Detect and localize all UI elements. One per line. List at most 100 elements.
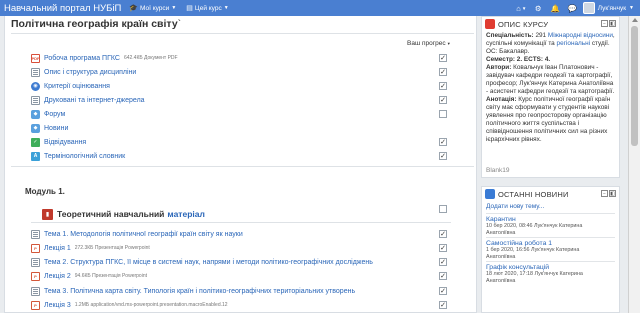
scroll-up-icon[interactable] xyxy=(632,18,638,22)
page-title-mark: ` xyxy=(177,18,182,30)
activity-topic-1[interactable]: Тема 1. Методологія політичної географії… xyxy=(31,229,243,239)
activity-meta: 272.3КБ Презентація Powerpoint xyxy=(74,245,150,251)
activity-sources[interactable]: Друковані та інтернет-джерела xyxy=(31,95,145,105)
site-brand[interactable]: Навчальний портал НУБіП xyxy=(4,3,121,14)
attendance-icon: ✓ xyxy=(31,137,40,147)
top-navbar: Навчальний портал НУБіП 🎓 Мої курси ▼ ▤ … xyxy=(0,0,640,16)
activity-link[interactable]: Друковані та інтернет-джерела xyxy=(44,97,145,104)
news-meta: Анатоліївна xyxy=(486,229,516,236)
book-icon: ▮ xyxy=(42,208,53,220)
completion-checkbox[interactable]: ✓ xyxy=(439,152,447,160)
block-controls: − ◧ xyxy=(600,190,616,197)
block-controls: − ◧ xyxy=(600,20,616,27)
block-header: ОПИС КУРСУ − ◧ xyxy=(482,17,619,31)
news-title[interactable]: Самостійна робота 1 xyxy=(486,240,615,247)
book-icon: ▤ xyxy=(186,5,193,12)
specialty-link-2[interactable]: регіональні xyxy=(557,40,591,47)
this-course-menu[interactable]: ▤ Цей курс ▼ xyxy=(186,4,228,13)
activity-topic-3[interactable]: Тема 3. Політична карта світу. Типологія… xyxy=(31,286,355,296)
activity-criteria[interactable]: ◉ Критерії оцінювання xyxy=(31,81,110,91)
activity-lecture-1[interactable]: P Лекція 1 272.3КБ Презентація Powerpoin… xyxy=(31,243,150,253)
dock-icon[interactable]: ◧ xyxy=(609,20,616,27)
activity-link[interactable]: Тема 3. Політична карта світу. Типологія… xyxy=(44,288,355,295)
dock-icon[interactable]: ◧ xyxy=(609,190,616,197)
specialty-link-1[interactable]: Міжнародні відносини xyxy=(548,32,613,39)
activity-link[interactable]: Новини xyxy=(44,125,68,132)
pdf-icon: PDF xyxy=(31,53,40,63)
activity-lecture-2[interactable]: P Лекція 2 94.6КБ Презентація Powerpoint xyxy=(31,271,147,281)
my-courses-label: Мої курси xyxy=(140,4,170,12)
authors-label: Автори: xyxy=(486,64,512,71)
latest-news-block: ОСТАННІ НОВИНИ − ◧ Додати нову тему... К… xyxy=(481,186,620,313)
page-scrollbar[interactable] xyxy=(628,16,640,313)
activity-description[interactable]: Опис і структура дисципліни xyxy=(31,67,136,77)
completion-checkbox[interactable]: ✓ xyxy=(439,82,447,90)
scrollbar-thumb[interactable] xyxy=(631,26,638,146)
powerpoint-icon: P xyxy=(31,271,40,281)
news-meta: Анатоліївна xyxy=(486,253,516,260)
completion-checkbox[interactable] xyxy=(439,205,447,213)
subheading-theory: ▮ Теоретичний навчальний матеріал xyxy=(42,208,205,220)
activity-link[interactable]: Лекція 2 xyxy=(44,273,71,280)
specialty-label: Спеціальність: xyxy=(486,32,534,39)
specialty-line: Спеціальність: 291 Міжнародні відносини,… xyxy=(486,32,616,56)
course-content: Політична географія країн світу` Ваш про… xyxy=(4,16,477,313)
authors-line: Автори: Ковальчук Іван Платонович - заві… xyxy=(486,64,616,96)
glossary-icon: A xyxy=(31,151,40,161)
block-header: ОСТАННІ НОВИНИ − ◧ xyxy=(482,187,619,201)
activity-link[interactable]: Термінологічний словник xyxy=(44,153,125,160)
activity-link[interactable]: Робоча програма ПГКС xyxy=(44,55,120,62)
completion-checkbox[interactable]: ✓ xyxy=(439,68,447,76)
completion-checkbox[interactable]: ✓ xyxy=(439,54,447,62)
chat-icon[interactable]: 💬 xyxy=(566,0,579,16)
activity-topic-2[interactable]: Тема 2. Структура ПГКС, її місце в систе… xyxy=(31,257,373,267)
activity-link[interactable]: Лекція 1 xyxy=(44,245,71,252)
activity-attendance[interactable]: ✓ Відвідування xyxy=(31,137,86,147)
annotation-text: Курс політичної географії країн світу ма… xyxy=(486,96,611,143)
activity-link[interactable]: Лекція 3 xyxy=(44,302,71,309)
divider xyxy=(11,33,474,34)
caret-down-icon: ▼ xyxy=(171,5,177,11)
activity-link[interactable]: Тема 2. Структура ПГКС, її місце в систе… xyxy=(44,259,373,266)
my-courses-menu[interactable]: 🎓 Мої курси ▼ xyxy=(129,4,177,13)
news-title[interactable]: Карантин xyxy=(486,216,615,223)
completion-checkbox[interactable]: ✓ xyxy=(439,230,447,238)
user-name[interactable]: Лук'янчук xyxy=(598,5,626,12)
home-icon[interactable]: ⌂ ▼ xyxy=(515,0,528,16)
activity-link[interactable]: Відвідування xyxy=(44,139,86,146)
subheading-link[interactable]: матеріал xyxy=(167,209,204,219)
completion-checkbox[interactable] xyxy=(439,110,447,118)
activity-forum[interactable]: ◆ Форум xyxy=(31,109,65,119)
completion-checkbox[interactable]: ✓ xyxy=(439,287,447,295)
completion-checkbox[interactable]: ✓ xyxy=(439,96,447,104)
gear-icon[interactable]: ⚙ xyxy=(532,0,545,16)
activity-glossary[interactable]: A Термінологічний словник xyxy=(31,151,125,161)
activity-lecture-3[interactable]: P Лекція 3 1.2МБ application/vnd.ms-powe… xyxy=(31,300,228,310)
bell-icon[interactable]: 🔔 xyxy=(549,0,562,16)
activity-link[interactable]: Тема 1. Методологія політичної географії… xyxy=(44,231,243,238)
activity-news[interactable]: ◆ Новини xyxy=(31,123,68,133)
activity-meta: 1.2МБ application/vnd.ms-powerpoint.pres… xyxy=(74,302,228,308)
add-topic-link[interactable]: Додати нову тему... xyxy=(482,201,619,213)
activity-link[interactable]: Форум xyxy=(44,111,65,118)
progress-label-text: Ваш прогрес xyxy=(407,40,446,47)
block-title: ОСТАННІ НОВИНИ xyxy=(498,189,569,199)
block-title: ОПИС КУРСУ xyxy=(498,19,549,29)
avatar[interactable] xyxy=(582,2,595,14)
collapse-icon[interactable]: − xyxy=(601,190,608,197)
news-item: Самостійна робота 1 1 бер 2020, 16:56 Лу… xyxy=(486,237,615,261)
completion-checkbox[interactable]: ✓ xyxy=(439,244,447,252)
section-divider xyxy=(11,166,474,167)
collapse-icon[interactable]: − xyxy=(601,20,608,27)
activity-program[interactable]: PDF Робоча програма ПГКС 642.4КБ Докумен… xyxy=(31,53,178,63)
activity-link[interactable]: Опис і структура дисципліни xyxy=(44,69,136,76)
user-caret-icon[interactable]: ▼ xyxy=(629,5,634,11)
activity-link[interactable]: Критерії оцінювання xyxy=(44,83,110,90)
progress-help-icon[interactable]: ▾ xyxy=(448,41,450,46)
news-title[interactable]: Графік консультацій xyxy=(486,264,615,271)
completion-checkbox[interactable]: ✓ xyxy=(439,272,447,280)
this-course-label: Цей курс xyxy=(194,4,222,12)
completion-checkbox[interactable]: ✓ xyxy=(439,138,447,146)
completion-checkbox[interactable]: ✓ xyxy=(439,258,447,266)
completion-checkbox[interactable]: ✓ xyxy=(439,301,447,309)
